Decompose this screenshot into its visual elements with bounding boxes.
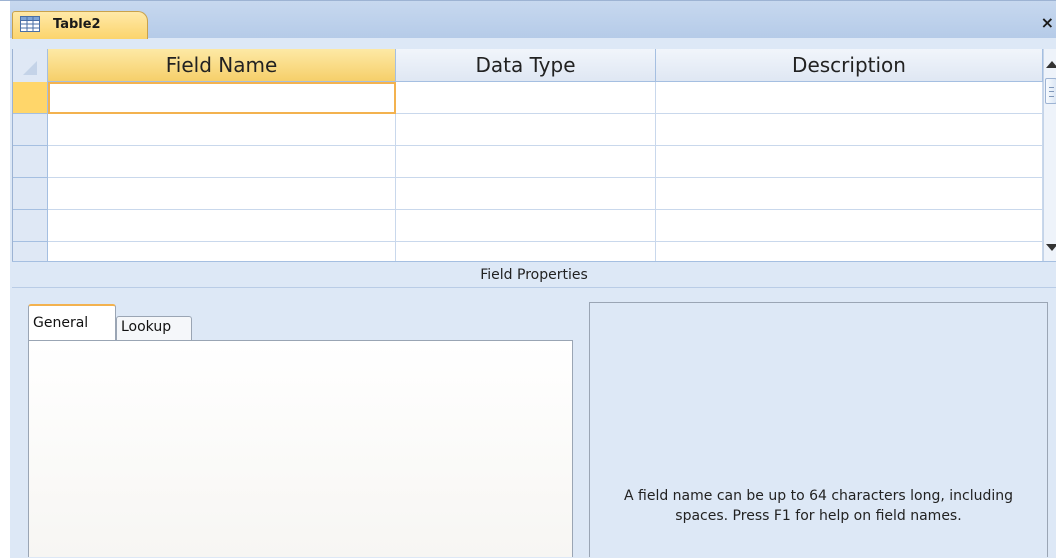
column-header-data-type[interactable]: Data Type — [396, 49, 656, 82]
scroll-thumb[interactable] — [1045, 78, 1056, 104]
field-name-cell[interactable] — [48, 242, 396, 261]
description-cell[interactable] — [656, 146, 1043, 178]
row-selector[interactable] — [13, 242, 47, 261]
column-header-description[interactable]: Description — [656, 49, 1043, 82]
description-cell[interactable] — [656, 178, 1043, 210]
document-tab-label: Table2 — [53, 17, 101, 32]
tab-general[interactable]: General — [28, 304, 116, 340]
table-design-grid: Field Name Data Type Description — [12, 49, 1056, 261]
close-document-icon[interactable]: × — [1041, 15, 1054, 31]
row-selector[interactable] — [13, 146, 47, 178]
scroll-up-arrow-icon[interactable] — [1046, 61, 1056, 68]
row-selector[interactable] — [13, 210, 47, 242]
help-panel: A field name can be up to 64 characters … — [589, 302, 1048, 557]
description-cell[interactable] — [656, 242, 1043, 261]
select-all-corner[interactable] — [13, 49, 47, 83]
help-text: A field name can be up to 64 characters … — [623, 488, 1014, 524]
data-type-cell[interactable] — [396, 82, 656, 114]
data-type-cell[interactable] — [396, 146, 656, 178]
field-properties-title: Field Properties — [12, 261, 1056, 287]
row-selector-current[interactable] — [13, 82, 47, 114]
row-selector-column — [13, 49, 48, 261]
field-name-cell[interactable] — [48, 114, 396, 146]
scroll-down-arrow-icon[interactable] — [1046, 244, 1056, 251]
data-type-cell[interactable] — [396, 242, 656, 261]
field-name-cell[interactable] — [48, 178, 396, 210]
grip-icon — [1049, 87, 1054, 97]
description-cell[interactable] — [656, 82, 1043, 114]
tab-lookup[interactable]: Lookup — [116, 316, 192, 342]
row-selector[interactable] — [13, 114, 47, 146]
table-icon — [20, 16, 40, 32]
document-tab-bar: Table2 × — [0, 0, 1056, 558]
data-type-cell[interactable] — [396, 178, 656, 210]
field-name-cell[interactable] — [48, 82, 396, 114]
row-selector[interactable] — [13, 178, 47, 210]
corner-triangle-icon — [23, 61, 37, 75]
column-header-field-name[interactable]: Field Name — [48, 49, 396, 82]
description-cell[interactable] — [656, 210, 1043, 242]
data-type-cell[interactable] — [396, 210, 656, 242]
general-properties-panel — [28, 340, 573, 557]
data-type-cell[interactable] — [396, 114, 656, 146]
document-tab-table2[interactable]: Table2 — [12, 11, 148, 39]
description-cell[interactable] — [656, 114, 1043, 146]
field-name-cell[interactable] — [48, 146, 396, 178]
field-name-cell[interactable] — [48, 210, 396, 242]
vertical-scrollbar[interactable] — [1043, 49, 1056, 261]
